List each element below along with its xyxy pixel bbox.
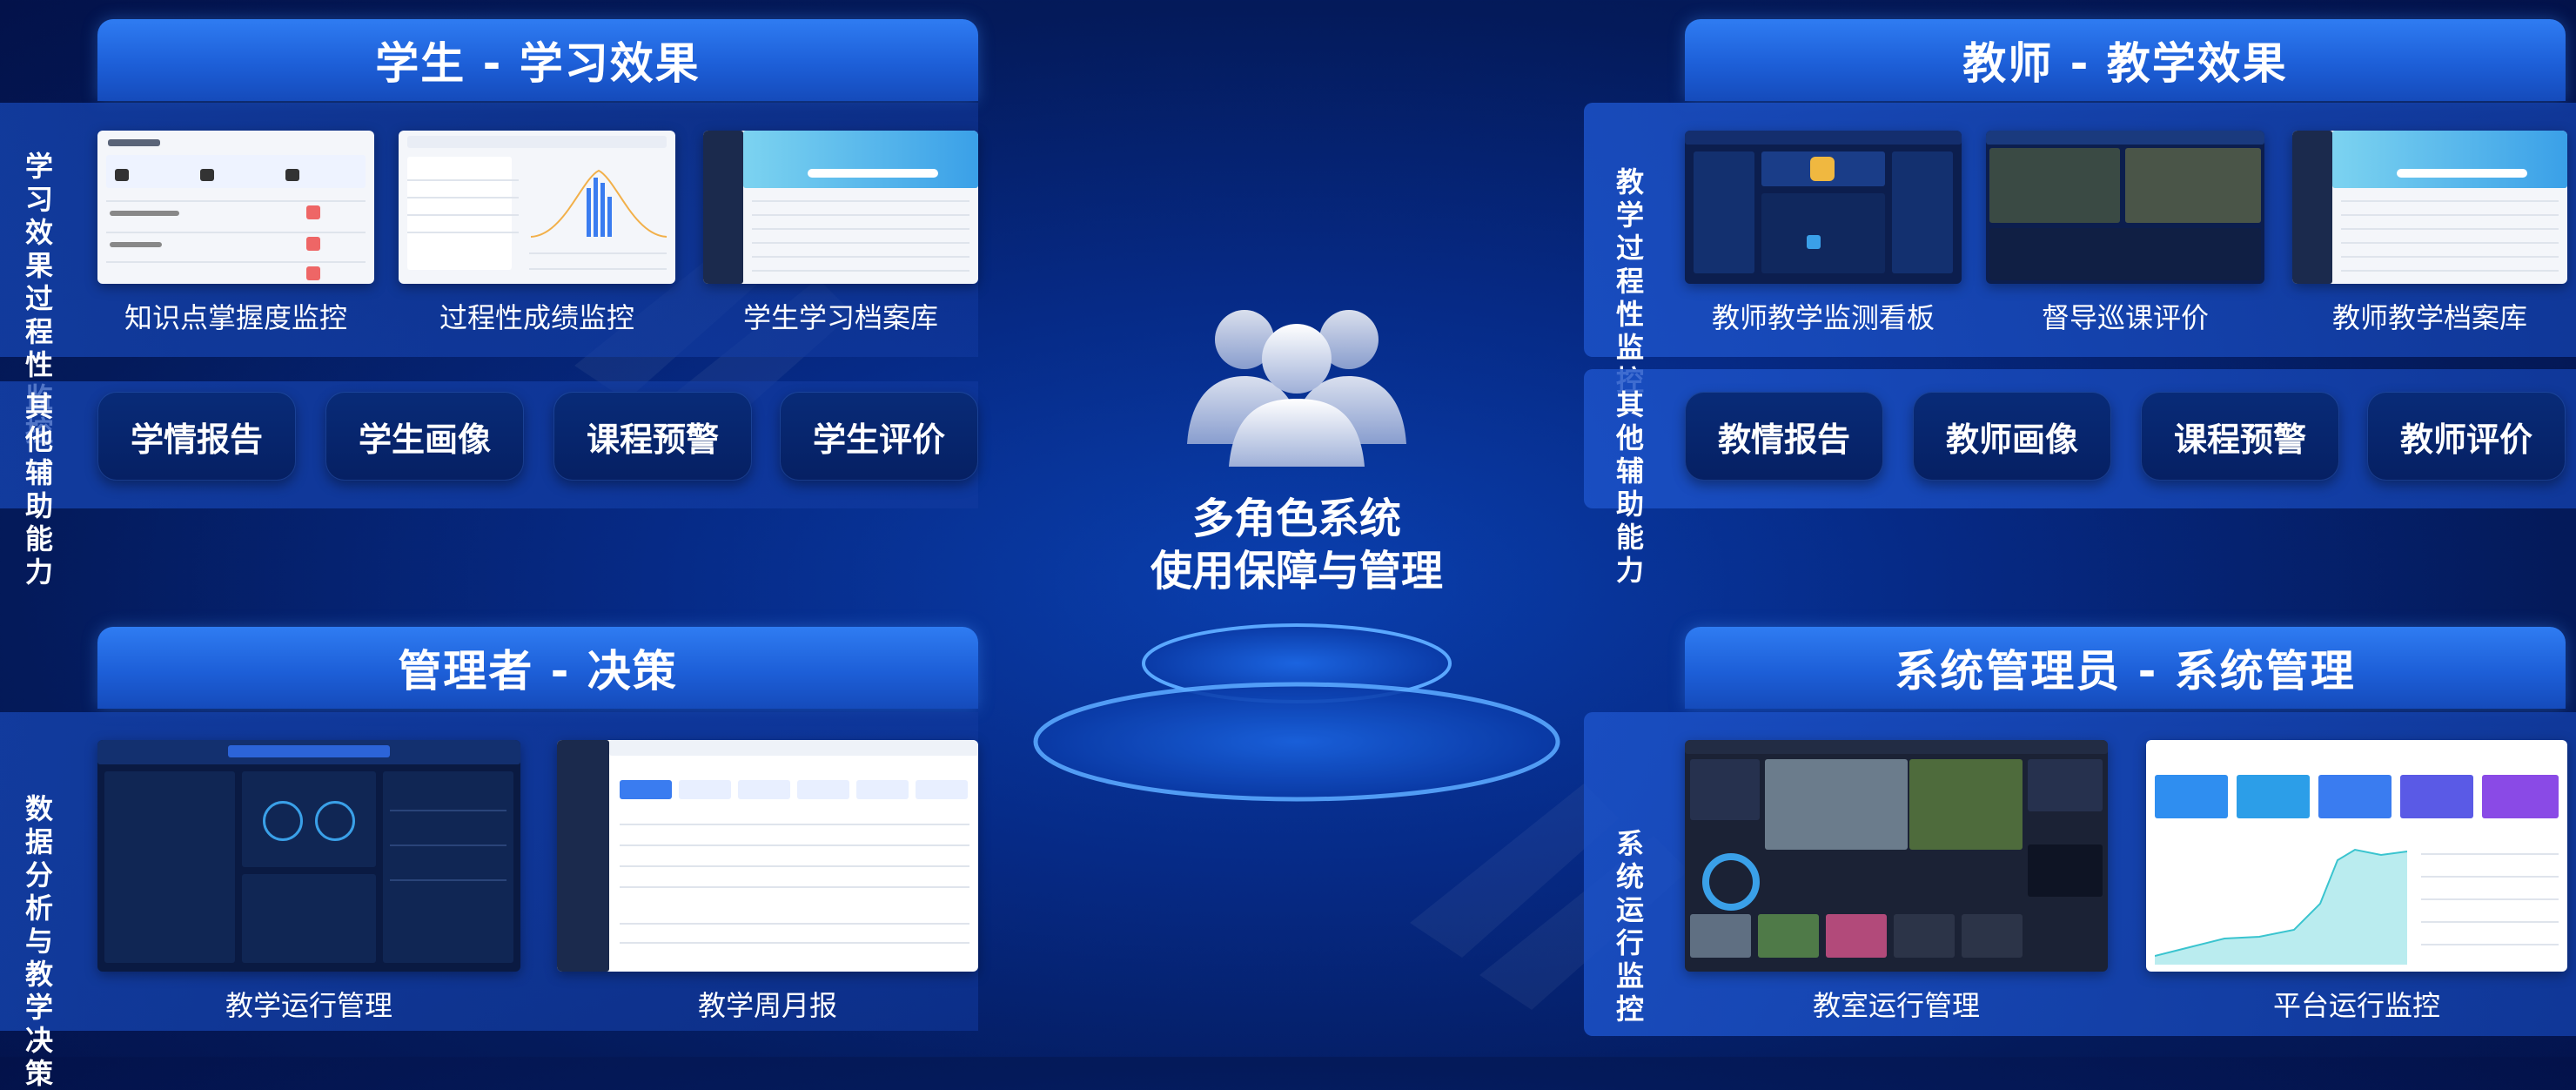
teacher-archive-caption: 教师教学档案库 — [2331, 301, 2527, 334]
student-profile-button[interactable]: 学生画像 — [325, 392, 524, 481]
student-archive-caption: 学生学习档案库 — [742, 301, 938, 334]
manager-side-label: 数据分析与教学决策 — [24, 792, 53, 1090]
student-evaluation-button[interactable]: 学生评价 — [780, 392, 978, 481]
student-other-label: 其他辅助能力 — [24, 390, 53, 589]
teaching-operation-thumbnail[interactable] — [97, 740, 520, 972]
users-group-icon — [1187, 310, 1406, 467]
process-score-thumbnail[interactable] — [399, 131, 675, 284]
student-header: 学生 - 学习效果 — [97, 19, 978, 101]
student-header-title: 学生 - 学习效果 — [375, 38, 701, 89]
supervision-thumbnail[interactable] — [1986, 131, 2264, 284]
classroom-operation-caption: 教室运行管理 — [1812, 989, 1980, 1022]
process-score-caption: 过程性成绩监控 — [439, 301, 634, 334]
center-title: 多角色系统 使用保障与管理 — [1079, 493, 1514, 597]
teacher-other-label: 其他辅助能力 — [1615, 388, 1644, 587]
manager-header: 管理者 - 决策 — [97, 627, 978, 709]
admin-header: 系统管理员 - 系统管理 — [1685, 627, 2566, 709]
classroom-operation-thumbnail[interactable] — [1685, 740, 2108, 972]
platform-monitor-thumbnail[interactable] — [2146, 740, 2567, 972]
teaching-operation-caption: 教学运行管理 — [225, 989, 392, 1022]
supervision-caption: 督导巡课评价 — [2041, 301, 2209, 334]
teacher-process-label: 教学过程性监控 — [1615, 165, 1644, 397]
knowledge-mastery-thumbnail[interactable] — [97, 131, 374, 284]
teacher-archive-thumbnail[interactable] — [2292, 131, 2567, 284]
teaching-report-button[interactable]: 教情报告 — [1685, 392, 1883, 481]
admin-side-label: 系统运行监控 — [1615, 827, 1644, 1026]
admin-header-title: 系统管理员 - 系统管理 — [1895, 646, 2356, 696]
course-warning-button[interactable]: 课程预警 — [553, 392, 752, 481]
student-archive-thumbnail[interactable] — [703, 131, 978, 284]
teacher-profile-button[interactable]: 教师画像 — [1913, 392, 2111, 481]
weekly-report-thumbnail[interactable] — [557, 740, 978, 972]
knowledge-mastery-caption: 知识点掌握度监控 — [124, 301, 347, 334]
center-title-line2: 使用保障与管理 — [1150, 547, 1443, 595]
teacher-dashboard-caption: 教师教学监测看板 — [1711, 301, 1935, 334]
teacher-evaluation-button[interactable]: 教师评价 — [2367, 392, 2566, 481]
weekly-report-caption: 教学周月报 — [697, 989, 837, 1022]
teacher-course-warning-button[interactable]: 课程预警 — [2141, 392, 2339, 481]
teacher-header-title: 教师 - 教学效果 — [1962, 38, 2288, 89]
learning-report-button[interactable]: 学情报告 — [97, 392, 296, 481]
center-title-line1: 多角色系统 — [1191, 495, 1401, 543]
manager-header-title: 管理者 - 决策 — [398, 646, 678, 696]
platform-monitor-caption: 平台运行监控 — [2272, 989, 2440, 1022]
teacher-dashboard-thumbnail[interactable] — [1685, 131, 1962, 284]
teacher-header: 教师 - 教学效果 — [1685, 19, 2566, 101]
center-pedestal — [1033, 623, 1560, 802]
